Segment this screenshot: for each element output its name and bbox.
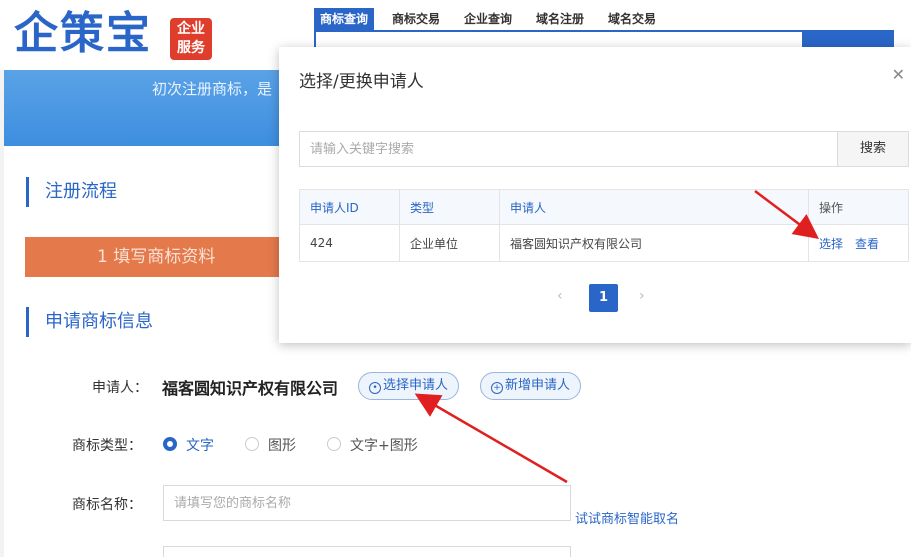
modal-search-button[interactable]: 搜索 <box>837 132 908 166</box>
radio-graphic[interactable] <box>245 437 259 451</box>
ai-naming-link[interactable]: 试试商标智能取名 <box>575 508 679 527</box>
top-nav: 商标查询 商标交易 企业查询 域名注册 域名交易 <box>314 8 894 30</box>
col-type: 类型 <box>399 189 500 225</box>
cell-applicant-id: 424 <box>299 224 400 262</box>
cell-actions: 选择 查看 <box>808 224 909 262</box>
nav-tab-trademark-search[interactable]: 商标查询 <box>314 8 375 30</box>
pagination: ‹ 1 › <box>549 284 659 312</box>
radio-graphic-label[interactable]: 图形 <box>268 435 296 455</box>
logo-badge: 企业 服务 <box>170 18 212 60</box>
modal-search-input[interactable] <box>300 132 838 166</box>
modal-title: 选择/更换申请人 <box>299 72 424 92</box>
nav-tab-trademark-trade[interactable]: 商标交易 <box>386 8 446 30</box>
site-logo[interactable]: 企策宝 <box>14 6 152 62</box>
section-title-info: 申请商标信息 <box>26 307 153 337</box>
next-page-icon[interactable]: › <box>639 288 645 304</box>
next-field-input[interactable] <box>163 546 571 557</box>
select-applicant-label: 选择申请人 <box>383 378 449 393</box>
trademark-name-input[interactable] <box>163 485 571 521</box>
cell-applicant-name: 福客圆知识产权有限公司 <box>499 224 809 262</box>
step-1-bar: 1 填写商标资料 <box>25 237 285 277</box>
page-current[interactable]: 1 <box>589 284 618 312</box>
nav-tab-domain-register[interactable]: 域名注册 <box>530 8 590 30</box>
view-link[interactable]: 查看 <box>855 237 879 251</box>
table-header-row: 申请人ID 类型 申请人 操作 <box>299 189 909 225</box>
select-link[interactable]: 选择 <box>819 237 843 251</box>
cell-type: 企业单位 <box>399 224 500 262</box>
plus-icon: + <box>491 382 503 394</box>
nav-tab-domain-trade[interactable]: 域名交易 <box>602 8 662 30</box>
type-label: 商标类型： <box>72 438 142 454</box>
table-row: 424 企业单位 福客圆知识产权有限公司 选择 查看 <box>299 224 909 262</box>
applicant-table: 申请人ID 类型 申请人 操作 424 企业单位 福客圆知识产权有限公司 选择查… <box>299 189 909 262</box>
prev-page-icon[interactable]: ‹ <box>557 288 563 304</box>
add-applicant-label: 新增申请人 <box>505 378 571 393</box>
modal-search-box: 搜索 <box>299 131 909 167</box>
trademark-name-label: 商标名称： <box>72 497 142 513</box>
col-actions: 操作 <box>808 189 909 225</box>
radio-text-label[interactable]: 文字 <box>186 435 214 455</box>
select-applicant-button[interactable]: • 选择申请人 <box>358 372 460 400</box>
applicant-name: 福客圆知识产权有限公司 <box>162 379 339 398</box>
select-applicant-modal: 选择/更换申请人 ✕ 搜索 申请人ID 类型 申请人 操作 424 企业单位 福… <box>279 47 911 343</box>
banner-text: 初次注册商标，是 <box>152 80 273 98</box>
user-icon: • <box>369 382 381 394</box>
badge-line-2: 服务 <box>177 40 205 56</box>
nav-tab-company-search[interactable]: 企业查询 <box>458 8 518 30</box>
radio-text-graphic-label[interactable]: 文字+图形 <box>350 435 418 455</box>
radio-text[interactable] <box>163 437 177 451</box>
applicant-label: 申请人： <box>92 380 148 396</box>
close-icon[interactable]: ✕ <box>892 65 905 84</box>
col-applicant-id: 申请人ID <box>299 189 400 225</box>
add-applicant-button[interactable]: + 新增申请人 <box>480 372 582 400</box>
col-applicant: 申请人 <box>499 189 809 225</box>
badge-line-1: 企业 <box>177 21 205 37</box>
radio-text-graphic[interactable] <box>327 437 341 451</box>
section-title-process: 注册流程 <box>26 177 117 207</box>
